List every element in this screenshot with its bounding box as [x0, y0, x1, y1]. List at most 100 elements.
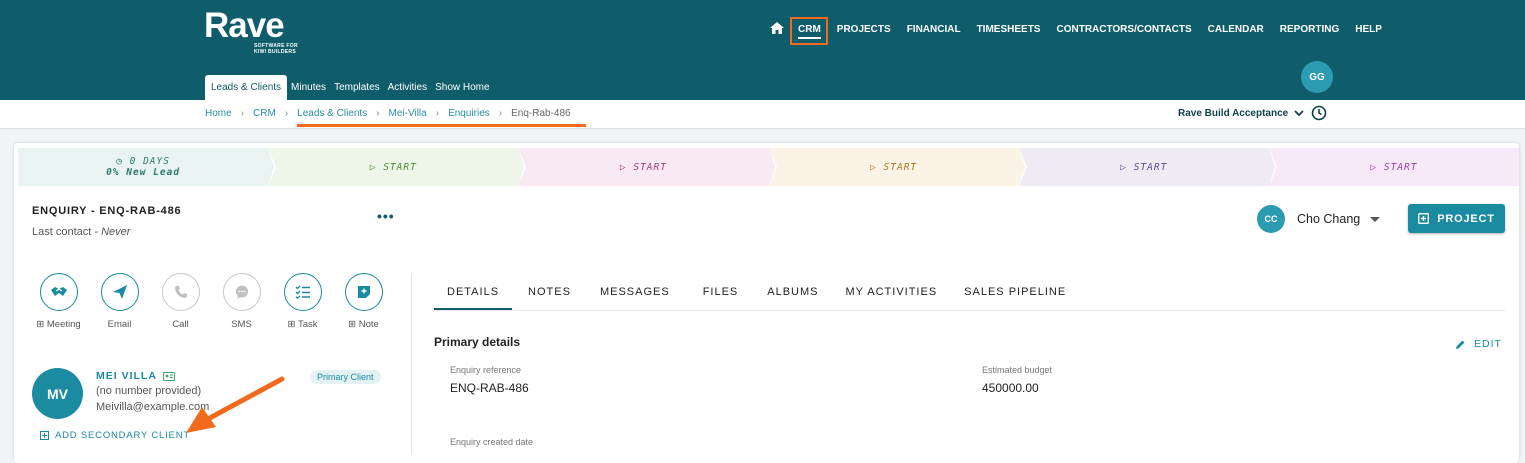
nav-help[interactable]: HELP	[1355, 24, 1382, 35]
tab-my-activities[interactable]: MY ACTIVITIES	[833, 276, 951, 310]
company-name: Rave Build Acceptance	[1178, 108, 1289, 119]
breadcrumb-crm[interactable]: CRM	[253, 108, 276, 119]
pipeline-stage-2[interactable]: ▷ START	[268, 148, 527, 186]
chevron-down-icon	[1294, 110, 1304, 117]
field-value-enquiry-reference: ENQ-RAB-486	[450, 381, 529, 395]
enquiry-title: ENQUIRY - ENQ-RAB-486	[32, 205, 182, 217]
breadcrumb-highlight-underline	[297, 124, 586, 127]
tab-messages[interactable]: MESSAGES	[587, 276, 683, 310]
stage-status: 0% New Lead	[106, 167, 181, 178]
plus-box-icon: ⊞	[36, 319, 45, 330]
action-note[interactable]: ⊞ Note	[333, 273, 394, 330]
breadcrumb-leads-clients[interactable]: Leads & Clients	[297, 108, 367, 119]
field-value-estimated-budget: 450000.00	[982, 381, 1039, 395]
breadcrumb-separator: ›	[284, 108, 289, 119]
play-icon: ▷	[1370, 161, 1378, 173]
brand-tagline: SOFTWARE FOR KIWI BUILDERS	[254, 43, 298, 55]
company-selector[interactable]: Rave Build Acceptance	[1178, 108, 1304, 119]
nav-projects[interactable]: PROJECTS	[837, 24, 891, 35]
stage-start: ▷ START	[1120, 161, 1168, 173]
action-email[interactable]: Email	[89, 273, 150, 330]
stage-start: ▷ START	[870, 161, 918, 173]
last-contact: Last contact - Never	[32, 226, 131, 238]
annotation-arrow-icon	[186, 376, 285, 433]
nav-timesheets[interactable]: TIMESHEETS	[977, 24, 1041, 35]
breadcrumb-separator: ›	[498, 108, 503, 119]
pipeline-stage-new-lead[interactable]: ◷ 0 DAYS 0% New Lead	[18, 148, 277, 186]
home-icon[interactable]	[770, 22, 784, 34]
owner-selector[interactable]: CC Cho Chang	[1257, 205, 1381, 233]
edit-button[interactable]: EDIT	[1455, 338, 1502, 350]
client-avatar[interactable]: MV	[32, 368, 83, 419]
breadcrumb: Home › CRM › Leads & Clients › Mei-Villa › E…	[205, 108, 571, 119]
detail-tabs: DETAILS NOTES MESSAGES FILES ALBUMS MY A…	[434, 276, 1080, 310]
send-icon	[112, 285, 127, 299]
field-label-enquiry-reference: Enquiry reference	[450, 365, 522, 375]
plus-box-icon: ⊞	[348, 319, 357, 330]
user-avatar[interactable]: GG	[1301, 61, 1333, 93]
tab-sales-pipeline[interactable]: SALES PIPELINE	[951, 276, 1079, 310]
breadcrumb-home[interactable]: Home	[205, 108, 232, 119]
chat-icon	[235, 285, 248, 299]
tab-albums[interactable]: ALBUMS	[754, 276, 831, 310]
history-clock-icon[interactable]	[1311, 105, 1327, 121]
breadcrumb-enquiries[interactable]: Enquiries	[448, 108, 490, 119]
breadcrumb-current: Enq-Rab-486	[511, 108, 571, 119]
main-nav: CRM PROJECTS FINANCIAL TIMESHEETS CONTRA…	[770, 20, 1398, 39]
column-divider	[411, 274, 412, 455]
pipeline-stage-6[interactable]: ▷ START	[1268, 148, 1520, 186]
more-options-icon[interactable]: •••	[377, 208, 395, 224]
action-sms: SMS	[211, 273, 272, 330]
stage-start: ▷ START	[619, 161, 667, 173]
contact-card-icon	[162, 371, 175, 381]
field-label-estimated-budget: Estimated budget	[982, 365, 1053, 375]
tab-details[interactable]: DETAILS	[434, 276, 513, 310]
primary-details-title: Primary details	[434, 335, 521, 349]
stage-duration: ◷ 0 DAYS	[116, 156, 170, 167]
subnav-templates[interactable]: Templates	[330, 75, 384, 100]
owner-name: Cho Chang	[1297, 212, 1361, 226]
nav-financial[interactable]: FINANCIAL	[907, 24, 961, 35]
play-icon: ▷	[619, 161, 627, 173]
caret-down-icon	[1370, 216, 1381, 222]
field-label-created-date: Enquiry created date	[450, 437, 534, 447]
quick-actions: ⊞ Meeting Email Call SMS ⊞ Task ⊞ Note	[28, 273, 394, 330]
pipeline-stage-5[interactable]: ▷ START	[1018, 148, 1277, 186]
brand-logo[interactable]: Rave SOFTWARE FOR KIWI BUILDERS	[204, 6, 304, 55]
brand-name: Rave	[204, 6, 285, 45]
owner-avatar: CC	[1257, 205, 1285, 233]
action-task[interactable]: ⊞ Task	[272, 273, 333, 330]
action-meeting[interactable]: ⊞ Meeting	[28, 273, 89, 330]
play-icon: ▷	[870, 161, 877, 173]
plus-box-icon: ⊞	[287, 319, 296, 330]
create-project-button[interactable]: PROJECT	[1408, 204, 1505, 233]
tab-files[interactable]: FILES	[690, 276, 752, 310]
subnav-minutes[interactable]: Minutes	[287, 75, 330, 100]
play-icon: ▷	[369, 161, 377, 173]
crm-highlight-box	[790, 17, 828, 45]
nav-reporting[interactable]: REPORTING	[1280, 24, 1339, 35]
breadcrumb-client[interactable]: Mei-Villa	[389, 108, 427, 119]
pencil-icon	[1456, 340, 1465, 349]
action-call: Call	[150, 273, 211, 330]
phone-icon	[174, 286, 187, 298]
nav-calendar[interactable]: CALENDAR	[1208, 24, 1264, 35]
subnav-show-home[interactable]: Show Home	[431, 75, 493, 100]
note-icon	[357, 286, 370, 298]
pipeline-stages: ◷ 0 DAYS 0% New Lead ▷ START ▷ START ▷ S…	[18, 148, 1520, 186]
tab-notes[interactable]: NOTES	[515, 276, 584, 310]
add-secondary-client-button[interactable]: ADD SECONDARY CLIENT	[40, 430, 190, 441]
nav-contractors-contacts[interactable]: CONTRACTORS/CONTACTS	[1056, 24, 1191, 35]
handshake-icon	[50, 287, 67, 296]
subnav-activities[interactable]: Activities	[384, 75, 431, 100]
stage-start: ▷ START	[369, 161, 417, 173]
client-name[interactable]: MEI VILLA	[96, 370, 175, 382]
play-icon: ▷	[1120, 161, 1127, 173]
add-box-icon	[40, 431, 49, 440]
breadcrumb-separator: ›	[435, 108, 440, 119]
subnav-leads-clients[interactable]: Leads & Clients	[205, 75, 288, 100]
breadcrumb-separator: ›	[240, 108, 245, 119]
pipeline-stage-3[interactable]: ▷ START	[518, 148, 777, 186]
sub-nav: Leads & Clients Minutes Templates Activi…	[205, 75, 494, 100]
pipeline-stage-4[interactable]: ▷ START	[768, 148, 1027, 186]
